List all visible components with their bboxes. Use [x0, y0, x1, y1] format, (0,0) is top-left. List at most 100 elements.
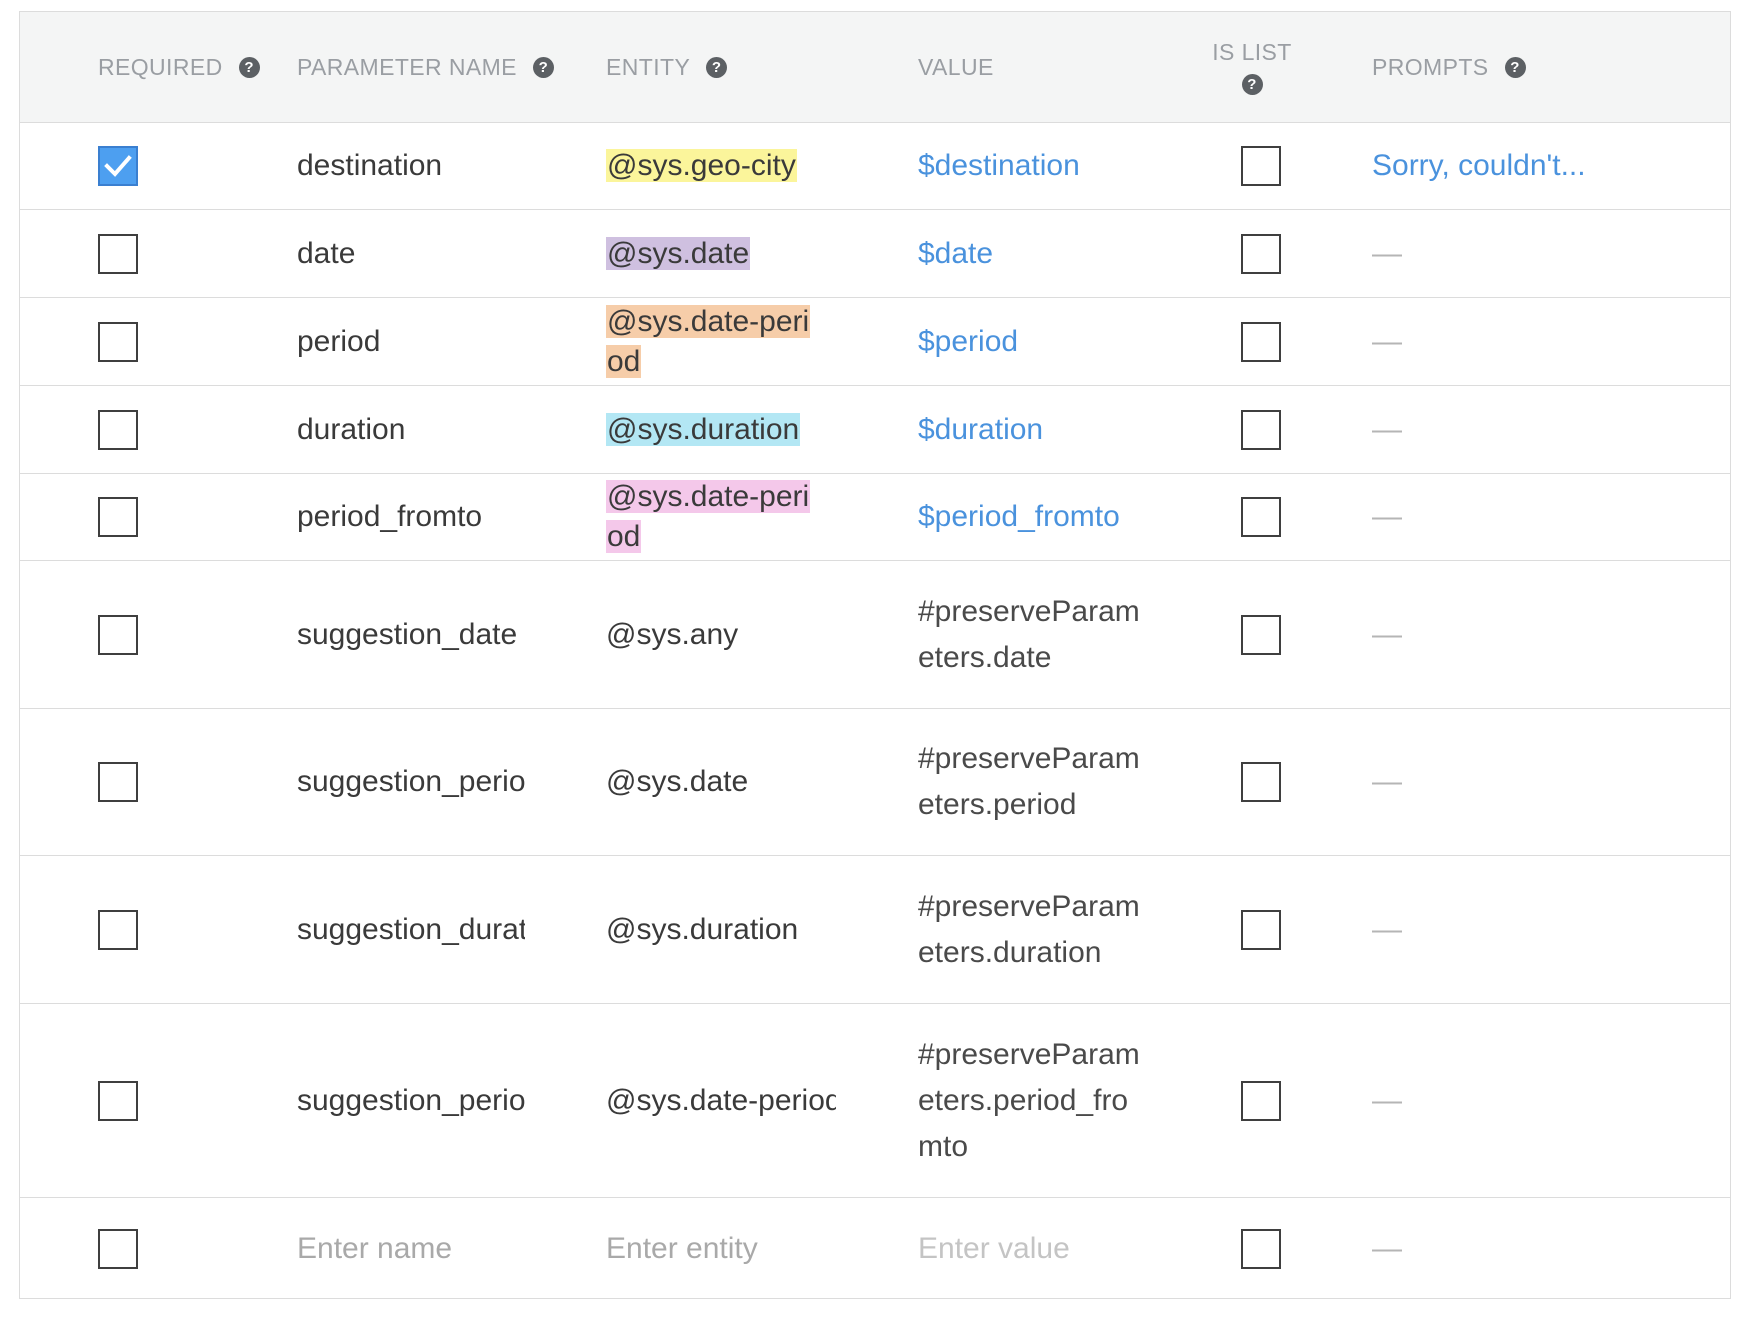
parameter-name-cell[interactable]: suggestion_period_fromto: [297, 1004, 525, 1197]
value-cell[interactable]: #preserveParameters.period_fromto: [918, 1004, 1143, 1197]
parameter-name-cell[interactable]: duration: [297, 386, 525, 473]
required-checkbox[interactable]: [98, 233, 138, 274]
value-cell[interactable]: #preserveParameters.date: [918, 561, 1143, 708]
table-row: suggestion_period_fromto @sys.date-period…: [20, 1004, 1730, 1198]
header-value-label: VALUE: [918, 53, 994, 80]
header-is-list: IS LIST ?: [1210, 12, 1294, 122]
parameter-value: $period_fromto: [918, 500, 1120, 533]
prompt-link[interactable]: Sorry, couldn't...: [1372, 149, 1586, 183]
required-cell: [98, 122, 138, 209]
required-cell: [98, 709, 138, 855]
entity-cell[interactable]: @sys.any: [606, 561, 836, 708]
parameter-name-cell[interactable]: suggestion_period: [297, 709, 525, 855]
value-cell[interactable]: $destination: [918, 122, 1080, 209]
parameter-name: duration: [297, 412, 406, 446]
prompts-cell[interactable]: —: [1372, 474, 1402, 560]
is-list-checkbox[interactable]: [1241, 1080, 1281, 1121]
is-list-checkbox[interactable]: [1241, 614, 1281, 655]
value-cell[interactable]: $duration: [918, 386, 1043, 473]
parameter-name-cell[interactable]: period_fromto: [297, 474, 525, 560]
required-cell: [98, 856, 138, 1003]
header-prompts: PROMPTS ?: [1372, 12, 1526, 122]
prompts-cell[interactable]: —: [1372, 298, 1402, 385]
parameter-name: suggestion_date: [297, 617, 518, 651]
parameter-name-cell[interactable]: period: [297, 298, 525, 385]
value-input[interactable]: Enter value: [918, 1198, 1070, 1298]
is-list-checkbox[interactable]: [1241, 321, 1281, 362]
required-checkbox[interactable]: [98, 321, 138, 362]
help-icon[interactable]: ?: [1504, 56, 1526, 78]
parameter-value: $duration: [918, 412, 1044, 446]
prompt-empty: —: [1372, 412, 1402, 446]
parameter-value: $date: [918, 236, 994, 270]
parameter-name-cell[interactable]: suggestion_date: [297, 561, 525, 708]
parameters-table: REQUIRED ? PARAMETER NAME ? ENTITY ? VAL…: [19, 11, 1731, 1299]
required-cell: [98, 474, 138, 560]
entity-cell[interactable]: @sys.date: [606, 709, 836, 855]
prompt-empty: —: [1372, 765, 1402, 798]
required-checkbox[interactable]: [98, 1229, 138, 1269]
parameter-value: #preserveParameters.duration: [918, 889, 1140, 969]
entity-cell[interactable]: @sys.date-period: [606, 1004, 836, 1197]
prompts-cell[interactable]: —: [1372, 856, 1402, 1003]
is-list-checkbox[interactable]: [1241, 762, 1281, 802]
entity-cell[interactable]: @sys.duration: [606, 386, 821, 473]
help-icon[interactable]: ?: [532, 56, 554, 78]
required-checkbox[interactable]: [98, 409, 138, 450]
is-list-checkbox[interactable]: [1241, 497, 1281, 537]
header-required: REQUIRED ?: [98, 12, 260, 122]
entity-chip-wrap: @sys.date-period: [606, 302, 821, 382]
prompts-cell[interactable]: —: [1372, 709, 1402, 855]
entity-text: @sys.duration: [606, 912, 799, 946]
value-cell[interactable]: $period_fromto: [918, 474, 1120, 560]
required-checkbox[interactable]: [98, 497, 138, 537]
required-checkbox[interactable]: [98, 909, 138, 950]
entity-cell[interactable]: @sys.date-period: [606, 298, 821, 385]
value-cell[interactable]: $date: [918, 210, 993, 297]
name-input[interactable]: Enter name: [297, 1198, 453, 1298]
name-placeholder: Enter name: [297, 1232, 453, 1265]
is-list-checkbox[interactable]: [1241, 1229, 1281, 1269]
is-list-checkbox[interactable]: [1241, 909, 1281, 950]
entity-text: @sys.date: [606, 765, 749, 798]
parameter-name-cell[interactable]: destination: [297, 122, 525, 209]
required-checkbox[interactable]: [98, 762, 138, 802]
header-parameter-name-label: PARAMETER NAME: [297, 53, 517, 80]
entity-cell[interactable]: @sys.geo-city: [606, 122, 821, 209]
required-checkbox[interactable]: [98, 145, 138, 186]
entity-cell[interactable]: @sys.duration: [606, 856, 836, 1003]
prompt-empty: —: [1372, 1232, 1402, 1265]
help-icon[interactable]: ?: [238, 56, 260, 78]
required-cell: [98, 1004, 138, 1197]
help-icon[interactable]: ?: [1241, 74, 1263, 95]
header-is-list-label: IS LIST: [1212, 39, 1292, 65]
header-required-label: REQUIRED: [98, 53, 223, 80]
prompts-cell[interactable]: —: [1372, 561, 1402, 708]
required-checkbox[interactable]: [98, 1080, 138, 1121]
prompts-cell[interactable]: —: [1372, 386, 1402, 473]
value-cell[interactable]: #preserveParameters.duration: [918, 856, 1143, 1003]
parameter-name-cell[interactable]: suggestion_duration: [297, 856, 525, 1003]
new-parameter-row: Enter name Enter entity Enter value —: [20, 1198, 1730, 1298]
parameter-name-cell[interactable]: date: [297, 210, 525, 297]
value-cell[interactable]: $period: [918, 298, 1018, 385]
prompts-cell[interactable]: Sorry, couldn't...: [1372, 122, 1586, 209]
table-row: period @sys.date-period $period —: [20, 298, 1730, 386]
is-list-checkbox[interactable]: [1241, 145, 1281, 186]
prompts-cell[interactable]: —: [1372, 1004, 1402, 1197]
entity-cell[interactable]: @sys.date: [606, 210, 821, 297]
prompts-cell[interactable]: —: [1372, 210, 1402, 297]
is-list-cell: [1241, 1004, 1281, 1197]
entity-chip: @sys.duration: [606, 412, 801, 446]
required-checkbox[interactable]: [98, 614, 138, 655]
value-cell[interactable]: #preserveParameters.period: [918, 709, 1143, 855]
entity-chip: @sys.date-period: [606, 304, 811, 378]
help-icon[interactable]: ?: [706, 56, 728, 78]
parameter-name: period: [297, 324, 381, 358]
is-list-checkbox[interactable]: [1241, 409, 1281, 450]
is-list-cell: [1241, 386, 1281, 473]
entity-input[interactable]: Enter entity: [606, 1198, 758, 1298]
parameter-name: destination: [297, 148, 443, 182]
entity-cell[interactable]: @sys.date-period: [606, 474, 821, 560]
is-list-checkbox[interactable]: [1241, 233, 1281, 274]
